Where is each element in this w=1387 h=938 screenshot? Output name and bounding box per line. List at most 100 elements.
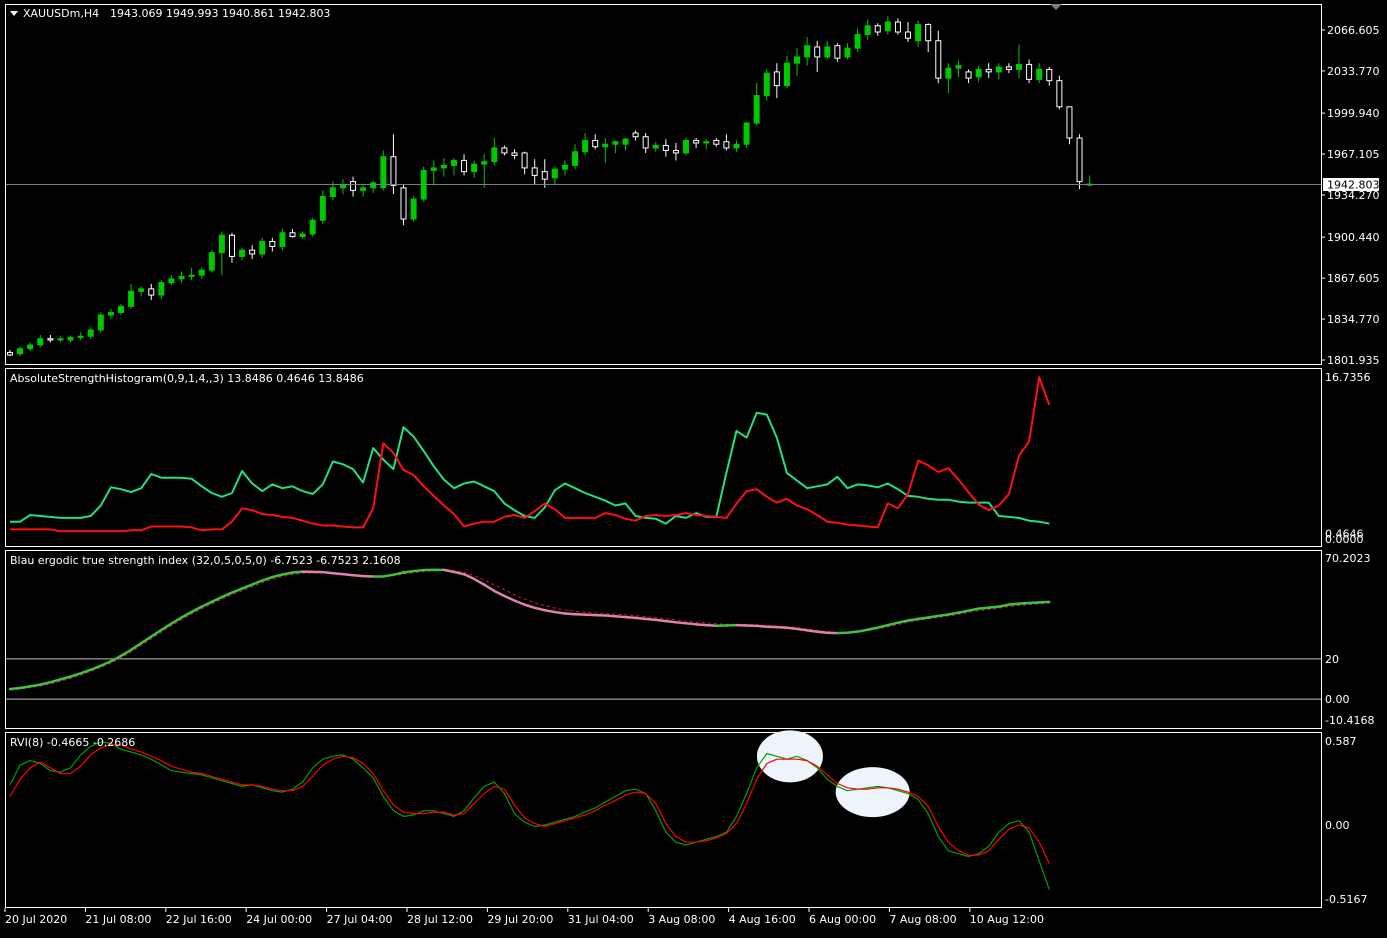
candle-body [995, 66, 1002, 73]
current-price-label: 1942.803 [1327, 179, 1380, 192]
candle-body [985, 68, 992, 73]
tsi-tick-label: 0.00 [1325, 693, 1350, 706]
candle-body [602, 143, 609, 148]
candle-body [249, 249, 256, 255]
price-tick-label: 2066.605 [1327, 24, 1380, 37]
candle-body [905, 31, 912, 39]
tsi-main-segment [604, 614, 617, 618]
candle-body [945, 67, 952, 79]
candle-body [138, 288, 145, 292]
time-tick-label: 7 Aug 08:00 [889, 913, 956, 926]
tsi-main-segment [856, 628, 869, 633]
ash-title: AbsoluteStrengthHistogram(0,9,1,4,,3) 13… [10, 372, 364, 385]
candle-body [713, 139, 720, 145]
candle-body [461, 159, 468, 173]
candle-body [894, 21, 901, 33]
candle[interactable] [400, 184, 407, 226]
candle-body [824, 46, 831, 58]
candle-body [158, 282, 165, 296]
candle-body [925, 24, 932, 42]
candle-body [410, 198, 417, 220]
tsi-main-segment [694, 623, 708, 627]
candle-body [723, 141, 730, 149]
time-tick-label: 22 Jul 16:00 [166, 913, 232, 926]
rvi-highlight-ellipse [835, 767, 910, 818]
ohlc-values: 1943.069 1949.993 1940.861 1942.803 [110, 7, 330, 20]
tsi-main-segment [846, 630, 859, 635]
candle-body [77, 335, 84, 338]
candle-body [37, 338, 44, 346]
tsi-main-segment [341, 572, 355, 577]
candle[interactable] [97, 312, 104, 333]
tsi-main-segment [916, 616, 930, 621]
tsi-main-segment [634, 616, 647, 621]
price-axis: 2066.6052033.7701999.9401967.1051934.270… [1321, 24, 1380, 367]
candle-body [683, 139, 690, 154]
tsi-main-segment [684, 622, 698, 626]
candle-body [7, 351, 13, 356]
candle[interactable] [1056, 75, 1063, 110]
tsi-main-segment [805, 629, 819, 634]
candle-body [844, 47, 851, 58]
candle[interactable] [208, 250, 215, 273]
candle-body [370, 182, 377, 189]
candle-body [783, 62, 790, 87]
candle-body [743, 122, 750, 145]
candle-body [67, 336, 74, 341]
price-tick-label: 2033.770 [1327, 65, 1380, 78]
rvi-title: RVI(8) -0.4665 -0.2686 [10, 736, 135, 749]
candle-body [1056, 80, 1063, 108]
tsi-main-segment [624, 615, 637, 620]
tsi-main-segment [674, 621, 688, 625]
candle-body [259, 240, 266, 255]
time-tick-label: 3 Aug 08:00 [648, 913, 715, 926]
candle-body [975, 68, 982, 78]
rvi-tick-label: -0.5167 [1325, 893, 1367, 906]
candle-body [864, 25, 871, 35]
candle[interactable] [743, 121, 750, 148]
tsi-main-segment [18, 685, 32, 690]
candle[interactable] [683, 137, 690, 156]
tsi-main-segment [1037, 600, 1051, 604]
tsi-main-segment [906, 617, 920, 622]
candle-body [218, 234, 225, 254]
tsi-main-segment [795, 627, 809, 632]
candle-body [955, 65, 962, 69]
candle-body [632, 132, 639, 138]
candle-body [935, 40, 942, 79]
time-tick-label: 24 Jul 00:00 [246, 913, 312, 926]
candle-body [672, 149, 679, 154]
candle-body [884, 21, 891, 32]
candle-body [350, 181, 357, 191]
candle-body [117, 305, 124, 314]
trading-chart[interactable]: 2066.6052033.7701999.9401967.1051934.270… [0, 0, 1387, 938]
tsi-tick-label: 20 [1325, 653, 1339, 666]
rvi-tick-label: 0.00 [1325, 819, 1350, 832]
candle-body [541, 171, 548, 180]
candle[interactable] [763, 69, 770, 101]
candle-body [753, 95, 760, 124]
price-tick-label: 1999.940 [1327, 107, 1380, 120]
candle-body [360, 187, 367, 191]
tsi-main-segment [543, 609, 557, 614]
candle-body [612, 141, 619, 145]
candle-body [531, 167, 538, 176]
candle[interactable] [309, 217, 316, 237]
candle-body [854, 33, 861, 49]
candle-body [400, 187, 407, 220]
candle-body [551, 168, 558, 179]
candle-body [339, 184, 346, 189]
candle[interactable] [410, 196, 417, 222]
candle[interactable] [1076, 134, 1083, 190]
candle-body [662, 144, 669, 151]
candle-body [592, 139, 599, 148]
tsi-main-segment [1017, 601, 1031, 605]
candle-body [299, 233, 306, 237]
tsi-main-segment [947, 611, 960, 616]
tsi-main-segment [926, 614, 940, 619]
ash-tick-label: 0.0000 [1325, 533, 1364, 546]
candle-body [965, 71, 972, 79]
tsi-main-segment [614, 615, 627, 619]
candle-body [87, 329, 94, 337]
time-tick-label: 31 Jul 04:00 [568, 913, 634, 926]
